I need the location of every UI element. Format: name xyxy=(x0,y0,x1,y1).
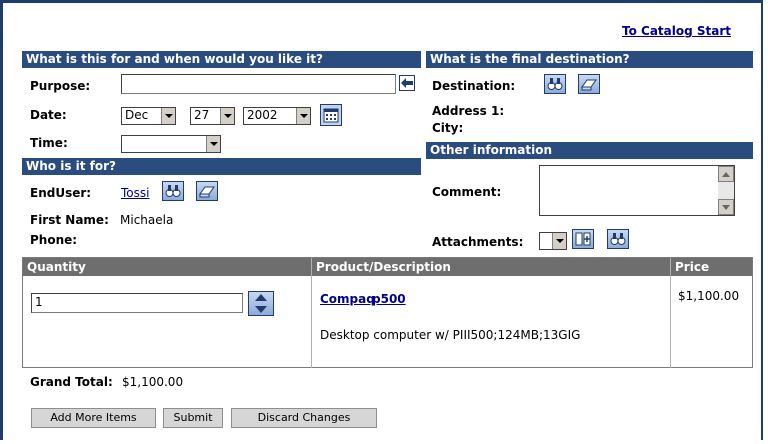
price-value: $1,100.00 xyxy=(678,289,740,303)
product-description: Desktop computer w/ PIII500;124MB;13GIG xyxy=(320,328,581,342)
city-label: City: xyxy=(432,121,464,135)
year-value: 2002 xyxy=(247,108,278,122)
attachments-label: Attachments: xyxy=(432,235,524,249)
month-select[interactable]: Dec xyxy=(121,107,176,125)
month-value: Dec xyxy=(125,108,149,122)
purpose-lookup-arrow-icon[interactable] xyxy=(399,75,415,91)
attachments-select[interactable] xyxy=(539,232,567,250)
purpose-label: Purpose: xyxy=(30,79,91,93)
scroll-down-icon[interactable] xyxy=(718,199,734,215)
enduser-link[interactable]: Tossi xyxy=(121,186,149,200)
scroll-up-icon[interactable] xyxy=(718,166,734,182)
chevron-down-icon xyxy=(161,108,175,124)
product-vendor-link[interactable]: Compaq xyxy=(320,292,375,306)
eraser-clear-icon[interactable] xyxy=(196,181,218,201)
section-header-destination: What is the final destination? xyxy=(426,51,753,68)
chevron-down-icon xyxy=(220,108,234,124)
binoculars-search-icon[interactable] xyxy=(162,181,184,201)
add-attachment-icon[interactable] xyxy=(572,229,594,249)
section-header-other: Other information xyxy=(426,142,753,159)
product-model-link[interactable]: p500 xyxy=(372,292,406,306)
first-name-value: Michaela xyxy=(120,213,174,227)
stepper-down-icon[interactable] xyxy=(249,304,273,315)
quantity-column-header: Quantity xyxy=(23,258,311,276)
items-table: Quantity Product/Description Price 1 Com… xyxy=(22,257,753,368)
binoculars-search-icon[interactable] xyxy=(607,229,629,249)
day-select[interactable]: 27 xyxy=(190,107,235,125)
first-name-label: First Name: xyxy=(30,213,109,227)
section-header-who: Who is it for? xyxy=(22,158,421,175)
product-column-header: Product/Description xyxy=(312,258,670,276)
comment-textarea[interactable] xyxy=(539,165,735,216)
comment-scrollbar[interactable] xyxy=(718,166,734,215)
submit-button[interactable]: Submit xyxy=(163,408,223,428)
chevron-down-icon xyxy=(296,108,310,124)
calendar-icon[interactable] xyxy=(320,104,342,126)
comment-label: Comment: xyxy=(432,185,502,199)
destination-label: Destination: xyxy=(432,79,516,93)
to-catalog-start-link[interactable]: To Catalog Start xyxy=(622,24,731,38)
binoculars-search-icon[interactable] xyxy=(544,74,566,94)
time-label: Time: xyxy=(30,136,68,150)
column-divider xyxy=(670,258,671,368)
grand-total-value: $1,100.00 xyxy=(122,375,184,389)
time-select[interactable] xyxy=(121,135,221,153)
quantity-input[interactable]: 1 xyxy=(31,293,243,313)
phone-label: Phone: xyxy=(30,233,78,247)
address-1-label: Address 1: xyxy=(432,104,505,118)
date-label: Date: xyxy=(30,108,67,122)
discard-changes-button[interactable]: Discard Changes xyxy=(231,408,377,428)
column-divider xyxy=(311,258,312,368)
day-value: 27 xyxy=(194,108,210,122)
price-column-header: Price xyxy=(671,258,752,276)
add-more-items-button[interactable]: Add More Items xyxy=(31,408,156,428)
chevron-down-icon xyxy=(552,233,566,249)
year-select[interactable]: 2002 xyxy=(243,107,311,125)
enduser-label: EndUser: xyxy=(30,186,92,200)
grand-total-label: Grand Total: xyxy=(30,375,113,389)
purpose-input[interactable] xyxy=(121,74,396,94)
stepper-up-icon[interactable] xyxy=(249,292,273,303)
section-header-when: What is this for and when would you like… xyxy=(22,51,421,68)
eraser-clear-icon[interactable] xyxy=(578,74,600,94)
chevron-down-icon xyxy=(206,136,220,152)
quantity-stepper[interactable] xyxy=(248,291,274,316)
